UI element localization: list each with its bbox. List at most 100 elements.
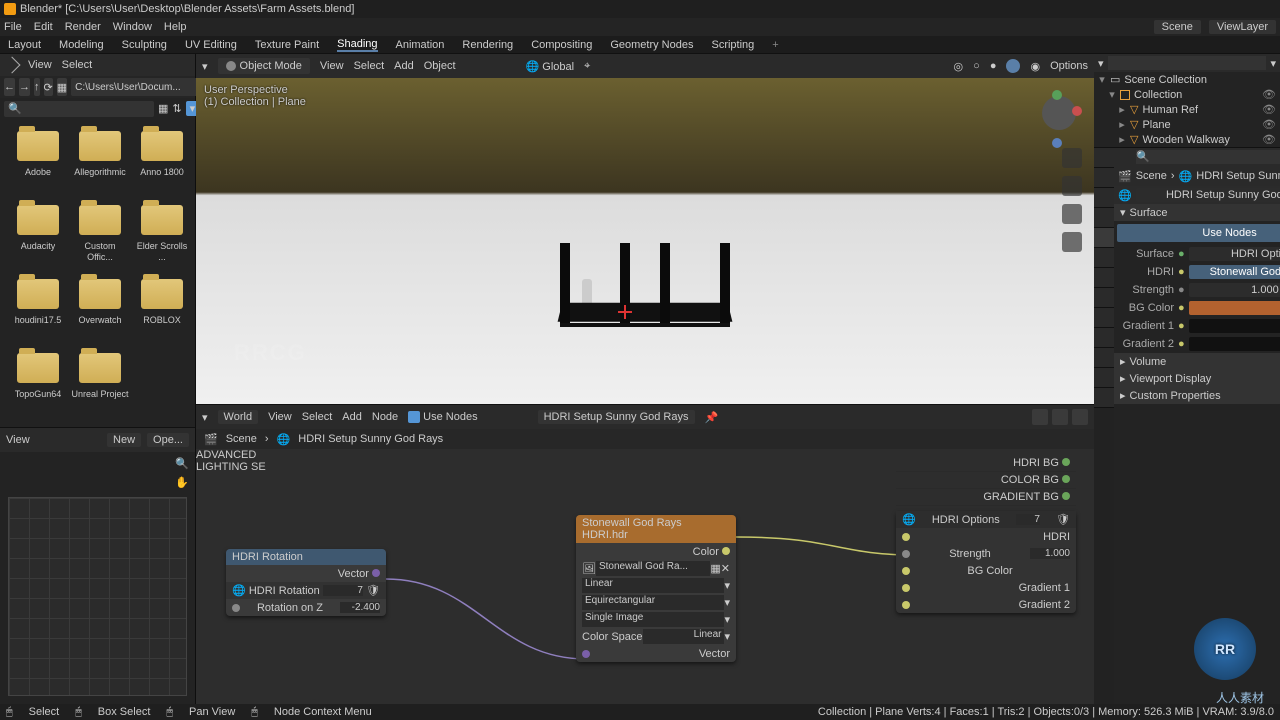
- users-field[interactable]: [323, 585, 363, 596]
- surface-shader-field[interactable]: HDRI Options: [1189, 247, 1280, 261]
- mode-selector[interactable]: Object Mode: [218, 58, 310, 74]
- vp-object[interactable]: Object: [424, 60, 456, 72]
- magnify-icon[interactable]: 🔍: [175, 457, 189, 470]
- world-datablock[interactable]: World: [218, 410, 259, 424]
- outliner-item[interactable]: ▸▽Plane👁: [1094, 117, 1280, 132]
- tab-geometry[interactable]: Geometry Nodes: [610, 39, 693, 51]
- tab-layout[interactable]: Layout: [8, 39, 41, 51]
- folder-item[interactable]: houdini17.5: [8, 275, 68, 345]
- display-mode-icon[interactable]: ▦: [158, 102, 168, 115]
- shading-render-icon[interactable]: ◉: [1030, 60, 1040, 73]
- close-icon[interactable]: ✕: [721, 562, 730, 575]
- vp-select[interactable]: Select: [354, 60, 385, 72]
- tab-mesh[interactable]: [1094, 348, 1114, 368]
- nav-folder-button[interactable]: ▦: [57, 78, 67, 96]
- shading-ball-icon[interactable]: [1072, 409, 1088, 425]
- shading-matprev-icon[interactable]: [1006, 59, 1020, 73]
- menu-render[interactable]: Render: [65, 21, 101, 33]
- shader-socket[interactable]: [1062, 492, 1070, 500]
- tab-texture[interactable]: [1094, 388, 1114, 408]
- use-nodes-button[interactable]: Use Nodes: [1117, 224, 1280, 242]
- colorspace-select[interactable]: Linear: [643, 629, 725, 644]
- node-slot[interactable]: HDRI Setup Sunny God Rays: [538, 410, 695, 424]
- camera-icon[interactable]: [1062, 204, 1082, 224]
- snap-icon[interactable]: ⌖: [584, 60, 590, 73]
- color-socket[interactable]: [722, 547, 730, 555]
- node-node[interactable]: Node: [372, 411, 398, 423]
- tab-scene[interactable]: [1094, 208, 1114, 228]
- color-socket[interactable]: [902, 533, 910, 541]
- nav-up-button[interactable]: ↑: [34, 78, 40, 96]
- new-button[interactable]: New: [107, 433, 141, 447]
- scene-selector[interactable]: Scene: [1154, 20, 1201, 34]
- visibility-icon[interactable]: 👁: [1262, 88, 1276, 101]
- node-add[interactable]: Add: [342, 411, 362, 423]
- image-selector[interactable]: Stonewall God Ra...: [596, 561, 710, 576]
- tab-scripting[interactable]: Scripting: [711, 39, 754, 51]
- tab-material[interactable]: [1094, 368, 1114, 388]
- vp-add[interactable]: Add: [394, 60, 414, 72]
- node-canvas[interactable]: HDRI Rotation Vector 🌐HDRI Rotation🛡 Rot…: [196, 449, 1094, 704]
- 3d-viewport[interactable]: User Perspective (1) Collection | Plane …: [196, 78, 1094, 404]
- node-hdri-rotation[interactable]: HDRI Rotation Vector 🌐HDRI Rotation🛡 Rot…: [226, 549, 386, 616]
- nav-refresh-button[interactable]: ⟳: [44, 78, 53, 96]
- orientation[interactable]: 🌐 Global: [526, 60, 575, 73]
- vector-socket[interactable]: [372, 569, 380, 577]
- vector-socket[interactable]: [582, 650, 590, 658]
- visibility-icon[interactable]: 👁: [1262, 133, 1276, 146]
- tab-output[interactable]: [1094, 168, 1114, 188]
- color-socket[interactable]: [902, 567, 910, 575]
- panel-custom-properties[interactable]: ▸Custom Properties: [1114, 387, 1280, 404]
- shield-icon[interactable]: 🛡: [366, 584, 380, 597]
- info-select[interactable]: Select: [62, 59, 93, 71]
- pin-icon[interactable]: 📌: [705, 411, 719, 424]
- browse-icon[interactable]: ▦: [710, 562, 720, 575]
- strength-field[interactable]: [1030, 548, 1070, 559]
- folder-item[interactable]: Anno 1800: [132, 127, 192, 197]
- shield-icon[interactable]: 🛡: [1056, 513, 1070, 526]
- folder-item[interactable]: Custom Offic...: [70, 201, 130, 271]
- menu-window[interactable]: Window: [113, 21, 152, 33]
- visibility-icon[interactable]: 👁: [1262, 103, 1276, 116]
- tab-object[interactable]: [1094, 248, 1114, 268]
- tab-compositing[interactable]: Compositing: [531, 39, 592, 51]
- info-view[interactable]: View: [28, 59, 52, 71]
- outliner-collection[interactable]: ▾Collection👁: [1094, 87, 1280, 102]
- visibility-icon[interactable]: 👁: [1262, 118, 1276, 131]
- bgcolor-swatch[interactable]: [1189, 301, 1280, 315]
- sort-icon[interactable]: ⇅: [172, 102, 181, 115]
- funnel-icon[interactable]: ▾: [1270, 57, 1276, 70]
- vp-view[interactable]: View: [320, 60, 344, 72]
- outliner-item[interactable]: ▸▽Human Ref👁: [1094, 102, 1280, 117]
- image-preview[interactable]: [8, 497, 187, 696]
- properties-search[interactable]: [1136, 150, 1280, 164]
- folder-item[interactable]: Unreal Project: [70, 349, 130, 419]
- shading-wire-icon[interactable]: ○: [973, 60, 980, 72]
- tab-animation[interactable]: Animation: [396, 39, 445, 51]
- tab-render[interactable]: [1094, 148, 1114, 168]
- nav-fwd-button[interactable]: →: [19, 78, 30, 96]
- open-button[interactable]: Ope...: [147, 433, 189, 447]
- outliner-search[interactable]: [1108, 56, 1267, 70]
- folder-item[interactable]: TopoGun64: [8, 349, 68, 419]
- zoom-icon[interactable]: [1062, 148, 1082, 168]
- tab-particles[interactable]: [1094, 288, 1114, 308]
- hand-icon[interactable]: ✋: [175, 476, 189, 489]
- tab-physics[interactable]: [1094, 308, 1114, 328]
- strength-field[interactable]: 1.000: [1189, 283, 1280, 297]
- interpolation-select[interactable]: Linear: [582, 578, 724, 593]
- tab-uv[interactable]: UV Editing: [185, 39, 237, 51]
- outliner-editor-icon[interactable]: ▾: [1098, 57, 1104, 70]
- folder-grid[interactable]: Adobe Allegorithmic Anno 1800 Audacity C…: [0, 119, 195, 427]
- tab-constraint[interactable]: [1094, 328, 1114, 348]
- menu-file[interactable]: File: [4, 21, 22, 33]
- tab-modifier[interactable]: [1094, 268, 1114, 288]
- projection-select[interactable]: Equirectangular: [582, 595, 724, 610]
- hdri-field[interactable]: Stonewall God Rays H: [1189, 265, 1280, 279]
- node-environment-texture[interactable]: Stonewall God Rays HDRI.hdr Color 🖼Stone…: [576, 515, 736, 662]
- tab-sculpting[interactable]: Sculpting: [122, 39, 167, 51]
- panel-volume[interactable]: ▸Volume: [1114, 353, 1280, 370]
- gradient2-swatch[interactable]: [1189, 337, 1280, 351]
- outliner-scene-collection[interactable]: ▾▭Scene Collection: [1094, 72, 1280, 87]
- rotation-z-field[interactable]: [340, 602, 380, 613]
